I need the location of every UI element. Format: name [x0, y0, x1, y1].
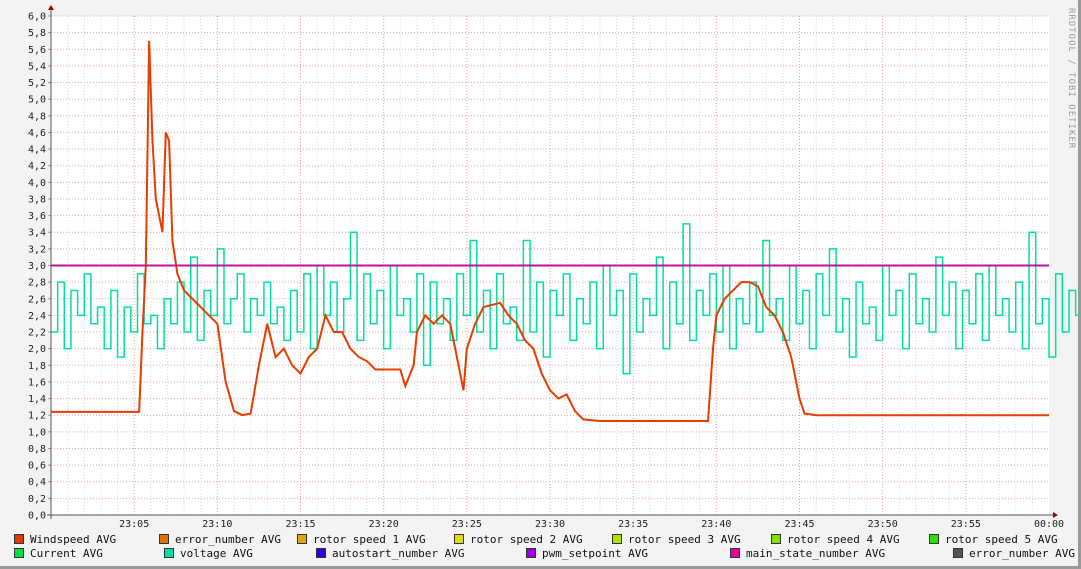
y-tick-label: 4,4: [28, 145, 46, 156]
legend-item: error_number AVG: [953, 547, 1075, 560]
legend-label: Windspeed AVG: [30, 533, 117, 546]
legend-swatch: [316, 548, 326, 558]
legend-label: rotor speed 2 AVG: [470, 533, 583, 546]
y-tick-label: 2,2: [28, 328, 46, 339]
x-tick-label: 23:50: [868, 519, 898, 530]
y-tick-label: 4,2: [28, 161, 46, 172]
legend-item: error_number AVG: [159, 533, 281, 546]
y-tick-label: 3,6: [28, 211, 46, 222]
x-tick-label: 23:35: [618, 519, 648, 530]
y-tick-label: 0,6: [28, 461, 46, 472]
legend-swatch: [297, 534, 307, 544]
y-tick-label: 5,8: [28, 28, 46, 39]
x-tick-label: 23:05: [119, 519, 149, 530]
legend-item: Windspeed AVG: [14, 533, 116, 546]
legend-item: rotor speed 3 AVG: [612, 533, 741, 546]
x-tick-label: 23:10: [202, 519, 232, 530]
y-tick-label: 5,2: [28, 78, 46, 89]
legend-label: error_number AVG: [969, 547, 1075, 560]
legend-swatch: [454, 534, 464, 544]
y-axis-arrow-icon: [48, 5, 54, 10]
y-tick-label: 5,0: [28, 95, 46, 106]
legend-swatch: [159, 534, 169, 544]
y-tick-label: 0,4: [28, 477, 46, 488]
legend-swatch: [164, 548, 174, 558]
y-tick-label: 1,4: [28, 394, 46, 405]
y-tick-label: 4,0: [28, 178, 46, 189]
legend-item: rotor speed 4 AVG: [771, 533, 900, 546]
legend-swatch: [730, 548, 740, 558]
chart-canvas: 0,0 0,2 0,4 0,6 0,8 1,0 1,2 1,4 1,6 1,8 2,0 2,2 2,4 2…: [28, 5, 1078, 530]
y-tick-label: 0,2: [28, 494, 46, 505]
legend-label: error_number AVG: [175, 533, 281, 546]
y-tick-label: 0,0: [28, 511, 46, 522]
legend-swatch: [14, 548, 24, 558]
y-tick-label: 1,6: [28, 377, 46, 388]
legend-item: pwm_setpoint AVG: [526, 547, 648, 560]
y-tick-label: 2,6: [28, 294, 46, 305]
legend-label: rotor speed 1 AVG: [313, 533, 426, 546]
x-tick-label: 23:25: [452, 519, 482, 530]
y-tick-label: 4,8: [28, 111, 46, 122]
legend-swatch: [14, 534, 24, 544]
legend-swatch: [526, 548, 536, 558]
x-tick-label: 23:40: [701, 519, 731, 530]
y-tick-label: 3,0: [28, 261, 46, 272]
legend-item: voltage AVG: [164, 547, 253, 560]
legend-item: rotor speed 2 AVG: [454, 533, 583, 546]
rrd-graph: 0,0 0,2 0,4 0,6 0,8 1,0 1,2 1,4 1,6 1,8 2,0 2,2 2,4 2…: [0, 0, 1081, 569]
y-tick-label: 6,0: [28, 12, 46, 23]
y-tick-label: 5,4: [28, 61, 46, 72]
y-tick-label: 1,2: [28, 411, 46, 422]
y-tick-label: 3,8: [28, 194, 46, 205]
x-tick-label: 00:00: [1034, 519, 1064, 530]
watermark: RRDTOOL / TOBI OETIKER: [1066, 8, 1076, 150]
y-tick-label: 3,4: [28, 228, 46, 239]
legend-swatch: [929, 534, 939, 544]
legend-item: rotor speed 1 AVG: [297, 533, 426, 546]
legend-item: main_state_number AVG: [730, 547, 885, 560]
y-tick-label: 2,4: [28, 311, 46, 322]
y-tick-label: 1,8: [28, 361, 46, 372]
legend-label: voltage AVG: [180, 547, 253, 560]
legend-swatch: [771, 534, 781, 544]
x-tick-label: 23:55: [951, 519, 981, 530]
legend-label: rotor speed 3 AVG: [628, 533, 741, 546]
y-tick-label: 1,0: [28, 427, 46, 438]
y-tick-label: 0,8: [28, 444, 46, 455]
x-axis-arrow-icon: [1053, 512, 1058, 518]
x-tick-label: 23:45: [784, 519, 814, 530]
legend-item: rotor speed 5 AVG: [929, 533, 1058, 546]
legend-label: main_state_number AVG: [746, 547, 886, 560]
y-tick-label: 5,6: [28, 45, 46, 56]
legend-label: rotor speed 4 AVG: [787, 533, 900, 546]
y-tick-label: 4,6: [28, 128, 46, 139]
legend-label: rotor speed 5 AVG: [945, 533, 1058, 546]
y-tick-label: 2,0: [28, 344, 46, 355]
legend-label: autostart_number AVG: [332, 547, 465, 560]
x-tick-label: 23:15: [285, 519, 315, 530]
x-tick-label: 23:30: [535, 519, 565, 530]
y-tick-label: 2,8: [28, 278, 46, 289]
legend-label: pwm_setpoint AVG: [542, 547, 648, 560]
y-tick-label: 3,2: [28, 244, 46, 255]
legend-swatch: [953, 548, 963, 558]
legend-swatch: [612, 534, 622, 544]
legend-label: Current AVG: [30, 547, 103, 560]
legend-item: Current AVG: [14, 547, 103, 560]
x-tick-label: 23:20: [369, 519, 399, 530]
legend-item: autostart_number AVG: [316, 547, 464, 560]
